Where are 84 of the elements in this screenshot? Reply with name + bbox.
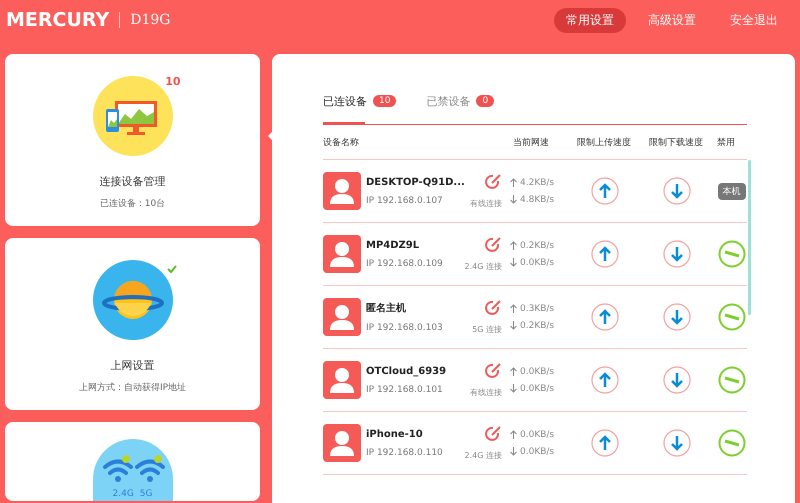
card-subtitle: 已连设备：10台 [100, 198, 166, 210]
disable-button[interactable] [718, 240, 746, 268]
avatar-icon [323, 298, 361, 336]
avatar-icon [323, 172, 361, 210]
scrollbar[interactable] [748, 160, 751, 315]
column-header: 限制下载速度 [649, 136, 704, 148]
download-limit-button[interactable] [663, 303, 691, 331]
device-ip: IP 192.168.0.101 [366, 384, 443, 394]
nav-tab[interactable]: 安全退出 [718, 8, 790, 32]
download-speed: 4.8KB/s [520, 194, 554, 204]
avatar-icon [323, 361, 361, 399]
column-header: 限制上传速度 [577, 136, 632, 148]
device-name: OTCloud_6939 [366, 366, 446, 376]
device-ip: IP 192.168.0.110 [366, 448, 443, 458]
column-header: 禁用 [717, 136, 736, 148]
card-title: 连接设备管理 [100, 174, 166, 189]
arrow-down-icon [510, 258, 517, 267]
upload-limit-button[interactable] [591, 366, 619, 394]
arrow-up-icon [510, 367, 517, 376]
card-subtitle: 上网方式：自动获得IP地址 [78, 382, 186, 394]
count-badge: 0 [476, 95, 494, 107]
edit-icon[interactable] [484, 236, 502, 254]
edit-icon[interactable] [484, 425, 502, 443]
column-header: 当前网速 [513, 136, 550, 148]
column-header: 设备名称 [323, 136, 360, 148]
edit-icon[interactable] [484, 299, 502, 317]
download-limit-button[interactable] [663, 366, 691, 394]
device-ip: IP 192.168.0.109 [366, 258, 443, 268]
arrow-down-icon [510, 447, 517, 456]
disable-button[interactable] [718, 303, 746, 331]
upload-speed: 0.0KB/s [520, 366, 554, 376]
arrow-up-icon [510, 304, 517, 313]
device-ip: IP 192.168.0.103 [366, 323, 443, 333]
connection-type: 2.4G 连接 [464, 450, 502, 461]
upload-limit-button[interactable] [591, 303, 619, 331]
download-limit-button[interactable] [663, 240, 691, 268]
download-speed: 0.2KB/s [520, 320, 554, 330]
band-label: 5G [140, 489, 152, 499]
card-title: 上网设置 [110, 358, 154, 373]
download-speed: 0.0KB/s [520, 384, 554, 394]
brand-logo: MERCURY [6, 9, 110, 31]
arrow-up-icon [510, 241, 517, 250]
arrow-up-icon [510, 178, 517, 187]
connection-type: 5G 连接 [472, 324, 502, 335]
connection-type: 2.4G 连接 [464, 261, 502, 272]
menu-card[interactable]: 上网设置 上网方式：自动获得IP地址 [5, 238, 260, 410]
download-limit-button[interactable] [663, 177, 691, 205]
arrow-down-icon [510, 321, 517, 330]
disable-button[interactable] [718, 366, 746, 394]
device-name: DESKTOP-Q91D... [366, 176, 465, 188]
device-name: MP4DZ9L [366, 240, 420, 250]
wifi-icon [92, 439, 172, 501]
band-label: 2.4G [112, 489, 134, 499]
model-name: D19G [130, 12, 170, 28]
device-ip: IP 192.168.0.107 [366, 196, 443, 206]
upload-speed: 0.2KB/s [520, 240, 554, 250]
avatar-icon [323, 235, 361, 273]
upload-limit-button[interactable] [591, 240, 619, 268]
upload-speed: 4.2KB/s [520, 178, 554, 188]
upload-speed: 0.0KB/s [520, 430, 554, 440]
device-name: iPhone-10 [366, 428, 423, 440]
nav-tab[interactable]: 高级设置 [636, 8, 708, 32]
upload-limit-button[interactable] [591, 429, 619, 457]
upload-speed: 0.3KB/s [520, 304, 554, 314]
device-tab[interactable]: 已禁设备 0 [426, 86, 494, 116]
download-speed: 0.0KB/s [520, 258, 554, 268]
arrow-up-icon [510, 430, 517, 439]
menu-card[interactable]: 2.4G 5G [5, 422, 260, 501]
edit-icon[interactable] [484, 362, 502, 380]
arrow-down-icon [510, 384, 517, 393]
this-device-badge: 本机 [718, 182, 746, 200]
connection-type: 有线连接 [470, 387, 502, 398]
connection-type: 有线连接 [470, 198, 502, 209]
planet-icon [92, 260, 172, 340]
download-speed: 0.0KB/s [520, 446, 554, 456]
count-badge: 10 [373, 95, 396, 107]
download-limit-button[interactable] [663, 429, 691, 457]
nav-tab[interactable]: 常用设置 [554, 8, 626, 32]
arrow-down-icon [510, 195, 517, 204]
device-name: 匿名主机 [366, 301, 406, 315]
avatar-icon [323, 424, 361, 462]
edit-icon[interactable] [484, 173, 502, 191]
upload-limit-button[interactable] [591, 177, 619, 205]
disable-button[interactable] [718, 429, 746, 457]
